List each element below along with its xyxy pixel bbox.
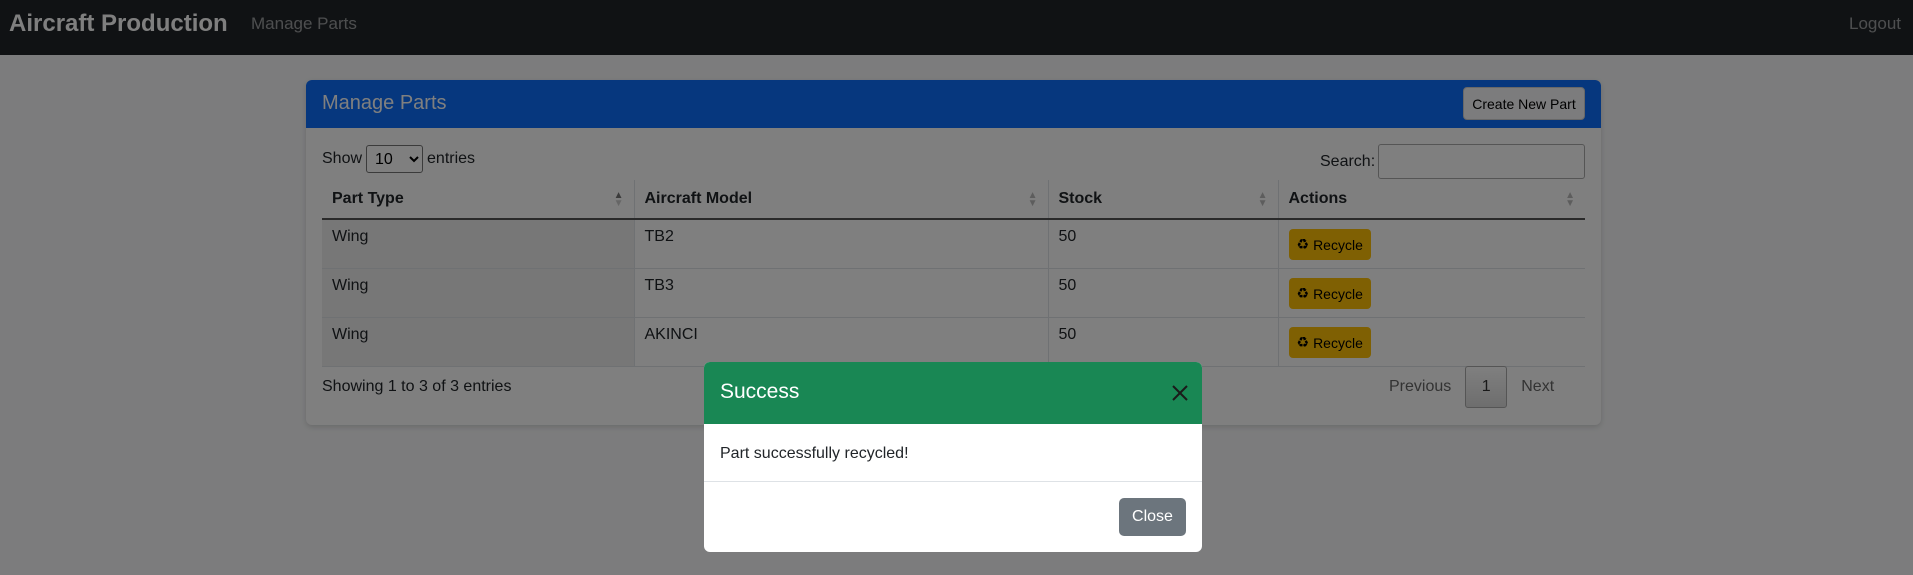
modal-divider <box>704 481 1202 482</box>
modal-header: Success <box>704 362 1202 424</box>
close-button[interactable]: Close <box>1119 498 1186 536</box>
close-icon[interactable] <box>1166 379 1194 407</box>
success-modal: Success Part successfully recycled! Clos… <box>704 362 1202 552</box>
modal-title: Success <box>720 380 800 403</box>
modal-message: Part successfully recycled! <box>720 445 909 462</box>
